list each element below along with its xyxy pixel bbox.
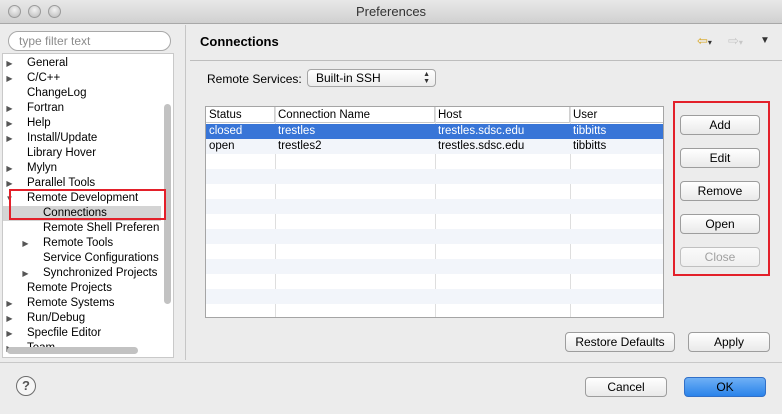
cell-user: tibbitts xyxy=(573,125,607,137)
collapsed-twisty-icon[interactable]: ▶ xyxy=(5,296,14,311)
select-arrows-icon: ▲ ▼ xyxy=(423,71,430,85)
tree-item[interactable]: Service Configurations xyxy=(3,251,161,266)
collapsed-twisty-icon[interactable]: ▶ xyxy=(5,71,14,86)
tree-item-label: Remote Shell Preferen xyxy=(43,222,160,234)
tree-item-label: Service Configurations xyxy=(43,252,159,264)
header-divider xyxy=(190,60,782,61)
ok-button[interactable]: OK xyxy=(684,377,766,397)
tree-item[interactable]: ▶ Help xyxy=(3,116,161,131)
tree-item[interactable]: Remote Projects xyxy=(3,281,161,296)
collapsed-twisty-icon[interactable]: ▶ xyxy=(5,131,14,146)
open-button[interactable]: Open xyxy=(680,214,760,234)
cell-user: tibbitts xyxy=(573,140,607,152)
cell-host: trestles.sdsc.edu xyxy=(438,140,525,152)
view-menu-icon[interactable]: ▼ xyxy=(760,35,770,46)
remote-services-value: Built-in SSH xyxy=(316,71,381,85)
collapsed-twisty-icon[interactable]: ▶ xyxy=(21,266,30,281)
tree-item[interactable]: ▶ Install/Update xyxy=(3,131,161,146)
tree-item-label: Install/Update xyxy=(27,132,98,144)
cell-name: trestles xyxy=(278,125,316,137)
panel-sash[interactable] xyxy=(185,25,186,360)
tree-item[interactable]: ▶ Fortran xyxy=(3,101,161,116)
title-bar: Preferences xyxy=(0,0,782,24)
footer-divider xyxy=(0,362,782,363)
tree-item[interactable]: ▶ Specfile Editor xyxy=(3,326,161,341)
tree-item[interactable]: ▶ Remote Systems xyxy=(3,296,161,311)
column-header-connection-name[interactable]: Connection Name xyxy=(275,107,435,123)
tree-item-label: Specfile Editor xyxy=(27,327,102,339)
edit-button[interactable]: Edit xyxy=(680,148,760,168)
table-empty-row xyxy=(206,244,663,259)
tree-item-label: C/C++ xyxy=(27,72,61,84)
close-button: Close xyxy=(680,247,760,267)
collapsed-twisty-icon[interactable]: ▶ xyxy=(5,311,14,326)
tree-item-label: Fortran xyxy=(27,102,65,114)
tree-item-label: Help xyxy=(27,117,51,129)
remote-services-label: Remote Services: xyxy=(207,72,302,86)
table-row[interactable]: open trestles2 trestles.sdsc.edu tibbitts xyxy=(206,139,663,154)
add-button[interactable]: Add xyxy=(680,115,760,135)
tree-item[interactable]: Remote Shell Preferen xyxy=(3,221,161,236)
cancel-button[interactable]: Cancel xyxy=(585,377,667,397)
column-header-host[interactable]: Host xyxy=(435,107,570,123)
apply-button[interactable]: Apply xyxy=(688,332,770,352)
tree-item[interactable]: ▶ General xyxy=(3,56,161,71)
collapsed-twisty-icon[interactable]: ▶ xyxy=(5,326,14,341)
table-empty-row xyxy=(206,154,663,169)
collapsed-twisty-icon[interactable]: ▶ xyxy=(5,56,14,71)
table-row[interactable]: closed trestles trestles.sdsc.edu tibbitts xyxy=(206,124,663,139)
cell-status: open xyxy=(209,140,235,152)
annotation-highlight-tree xyxy=(9,189,166,220)
collapsed-twisty-icon[interactable]: ▶ xyxy=(21,236,30,251)
tree-item-label: Synchronized Projects xyxy=(43,267,158,279)
tree-item-label: Run/Debug xyxy=(27,312,86,324)
tree-horizontal-scrollbar[interactable] xyxy=(7,347,138,354)
collapsed-twisty-icon[interactable]: ▶ xyxy=(5,161,14,176)
tree-item-label: Remote Systems xyxy=(27,297,115,309)
table-empty-row xyxy=(206,289,663,304)
table-empty-row xyxy=(206,184,663,199)
remove-button[interactable]: Remove xyxy=(680,181,760,201)
tree-item-label: Remote Projects xyxy=(27,282,113,294)
collapsed-twisty-icon[interactable]: ▶ xyxy=(5,101,14,116)
help-icon[interactable]: ? xyxy=(16,376,36,396)
tree-item[interactable]: ▶ Mylyn xyxy=(3,161,161,176)
tree-item[interactable]: ▶ C/C++ xyxy=(3,71,161,86)
table-empty-row xyxy=(206,214,663,229)
table-empty-row xyxy=(206,259,663,274)
tree-item-label: General xyxy=(27,57,68,69)
cell-status: closed xyxy=(209,125,243,137)
filter-input[interactable] xyxy=(8,31,171,51)
cell-name: trestles2 xyxy=(278,140,322,152)
remote-services-select[interactable]: Built-in SSH ▲ ▼ xyxy=(307,69,436,87)
column-header-user[interactable]: User xyxy=(570,107,663,123)
column-header-status[interactable]: Status xyxy=(206,107,275,123)
tree-item[interactable]: Library Hover xyxy=(3,146,161,161)
tree-item-label: Remote Tools xyxy=(43,237,114,249)
table-empty-row xyxy=(206,229,663,244)
tree-item[interactable]: ChangeLog xyxy=(3,86,161,101)
tree-item[interactable]: ▶ Run/Debug xyxy=(3,311,161,326)
tree-item-label: ChangeLog xyxy=(27,87,87,99)
restore-defaults-button[interactable]: Restore Defaults xyxy=(565,332,675,352)
window-title: Preferences xyxy=(355,4,427,19)
forward-arrow-icon[interactable]: ⇨▾ xyxy=(728,33,743,49)
table-empty-row xyxy=(206,199,663,214)
table-empty-row xyxy=(206,169,663,184)
tree-item[interactable]: ▶ Remote Tools xyxy=(3,236,161,251)
table-empty-row xyxy=(206,304,663,317)
table-empty-row xyxy=(206,274,663,289)
page-title: Connections xyxy=(200,34,279,49)
tree-item-label: Library Hover xyxy=(27,147,97,159)
back-arrow-icon[interactable]: ⇦▾ xyxy=(697,33,712,49)
tree-item-label: Mylyn xyxy=(27,162,58,174)
connections-table[interactable]: Status Connection Name Host User closed t… xyxy=(205,106,664,318)
tree-item[interactable]: ▶ Synchronized Projects xyxy=(3,266,161,281)
cell-host: trestles.sdsc.edu xyxy=(438,125,525,137)
collapsed-twisty-icon[interactable]: ▶ xyxy=(5,116,14,131)
